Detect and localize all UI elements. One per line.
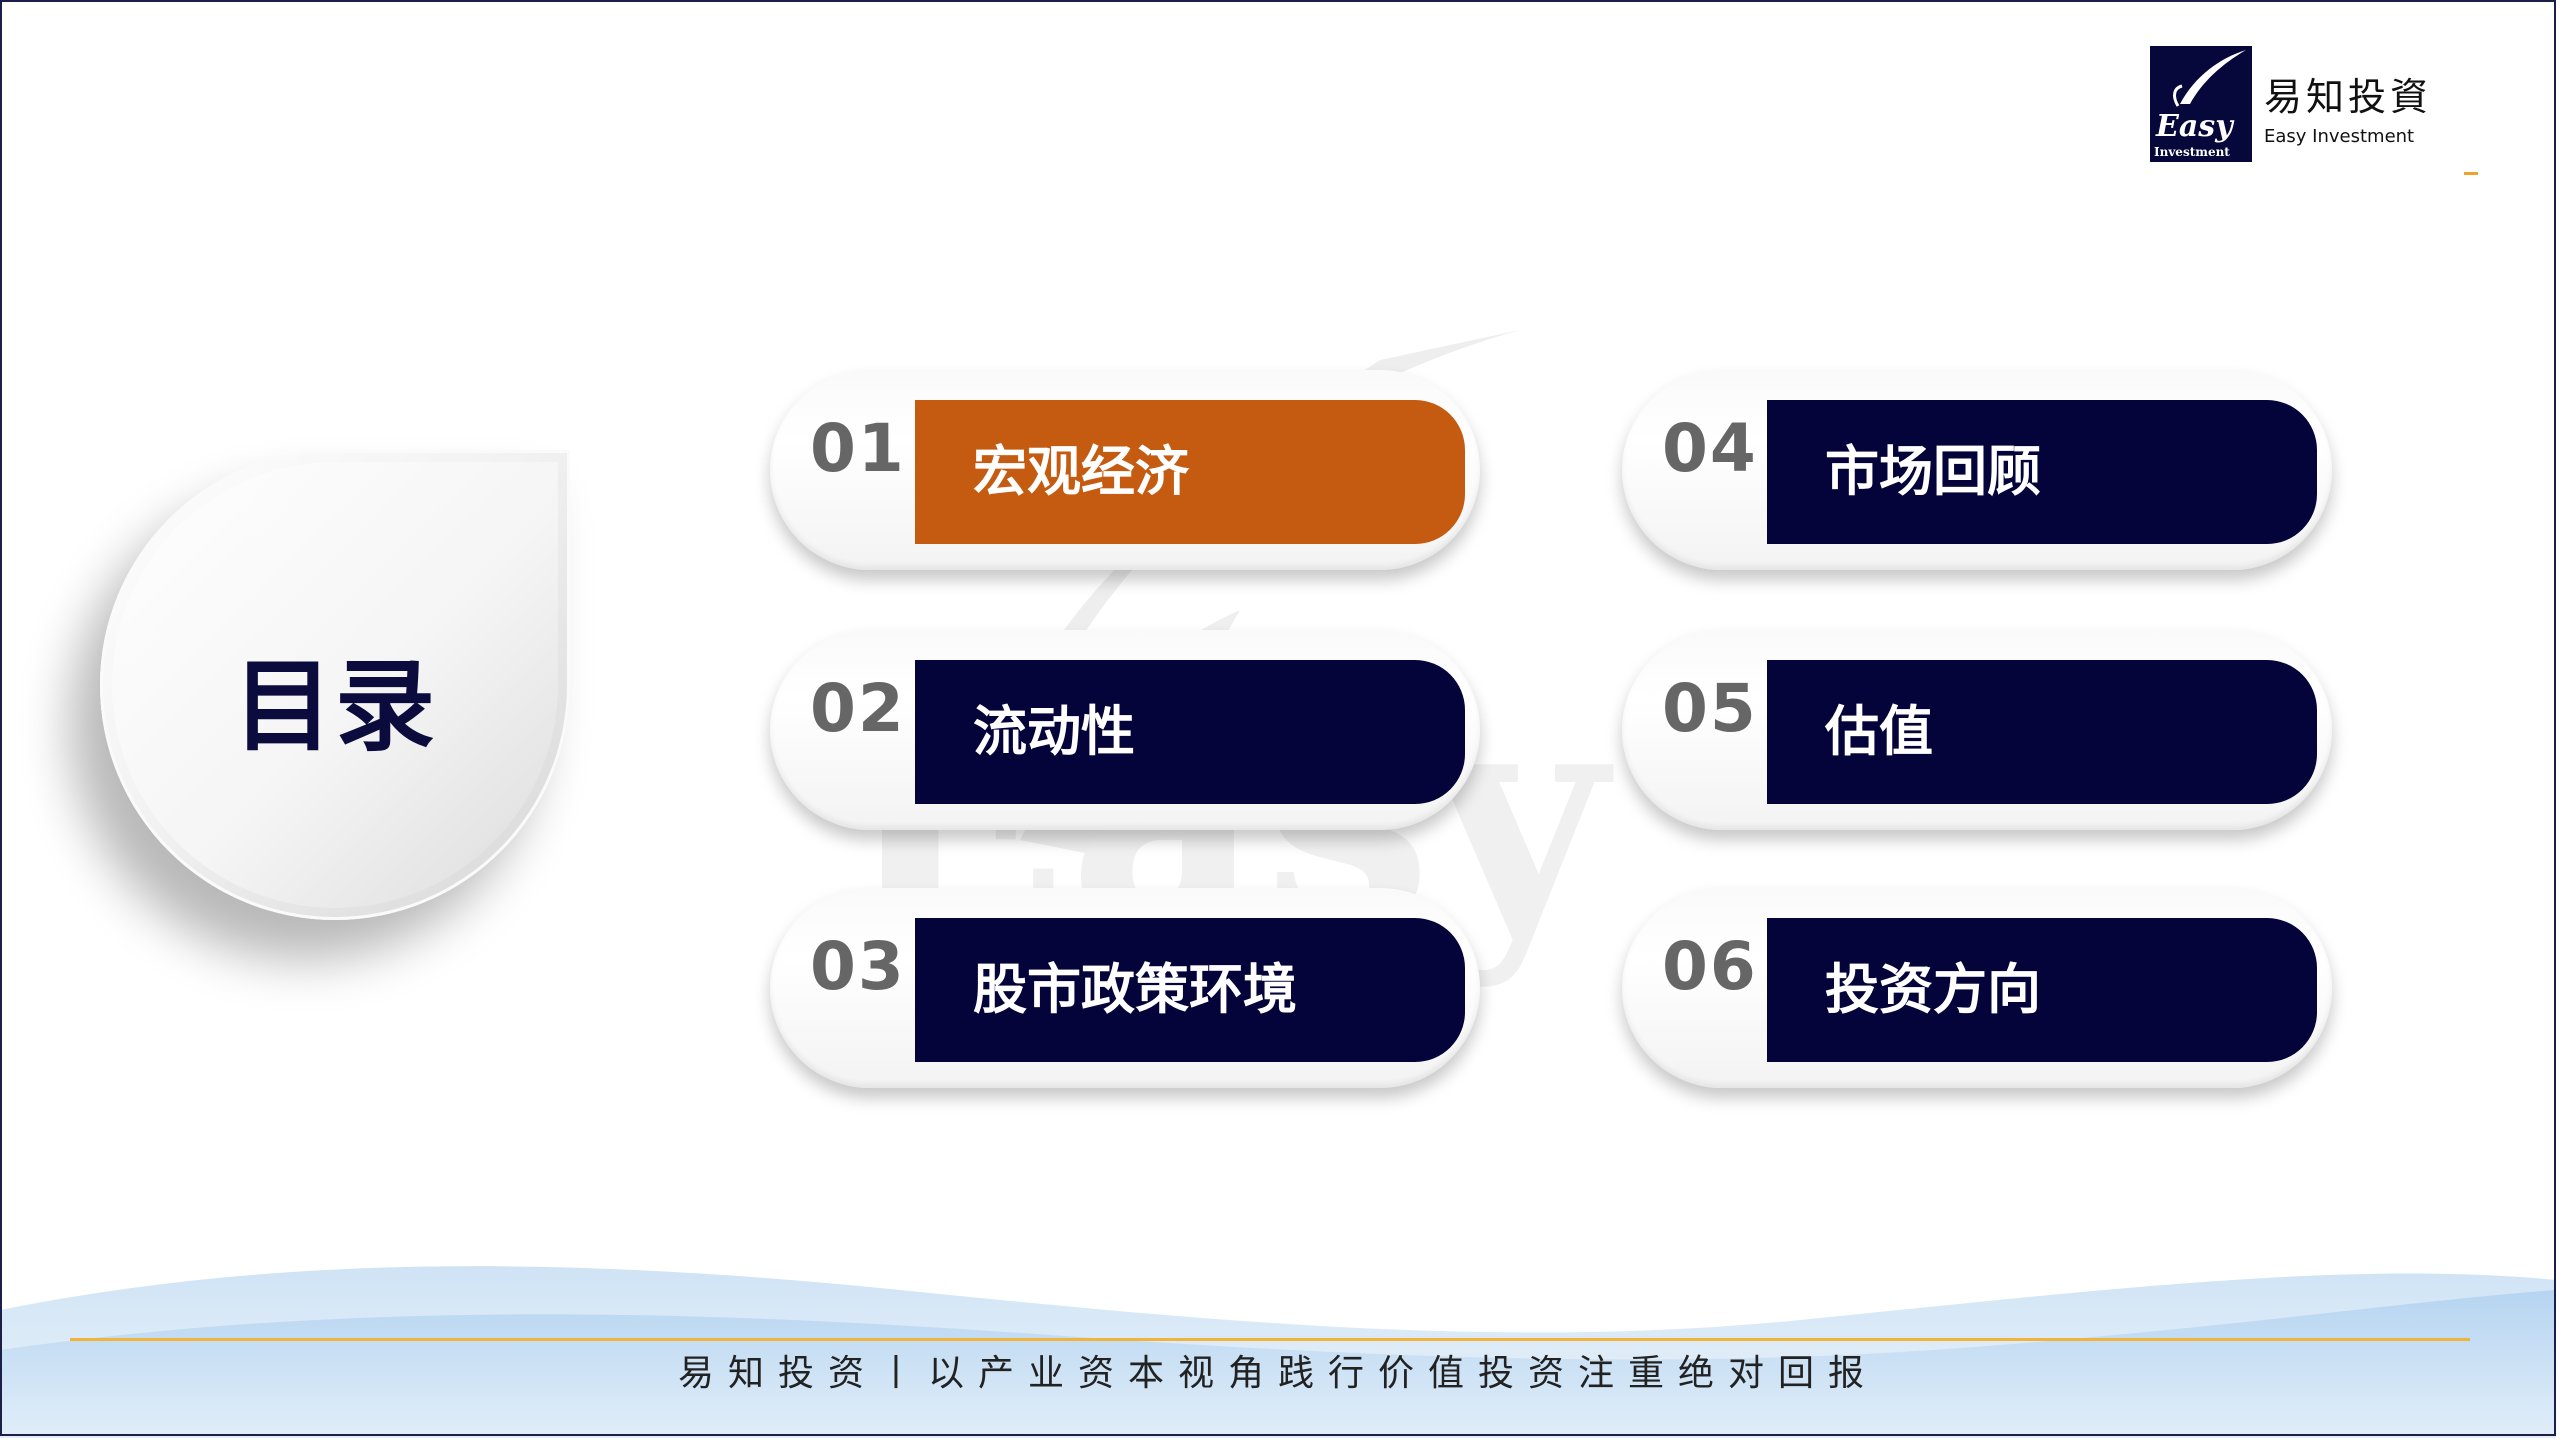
- menu-item-label: 流动性: [973, 700, 1135, 763]
- menu-item-bar: 股市政策环境: [915, 918, 1465, 1062]
- menu-item-bar: 流动性: [915, 660, 1465, 804]
- menu-item-bar: 市场回顾: [1767, 400, 2317, 544]
- menu-item-label: 股市政策环境: [973, 958, 1297, 1021]
- footer-slogan: 易知投资丨以产业资本视角践行价值投资注重绝对回报: [677, 1353, 1878, 1394]
- logo-chinese-name: 易知投資: [2264, 75, 2433, 119]
- menu-item-label: 估值: [1825, 700, 1933, 763]
- menu-item-bar: 投资方向: [1767, 918, 2317, 1062]
- menu-item-1[interactable]: 01 宏观经济: [770, 370, 1480, 570]
- menu-item-bar: 宏观经济: [915, 400, 1465, 544]
- menu-item-6[interactable]: 06 投资方向: [1622, 888, 2332, 1088]
- page-title: 目录: [233, 648, 437, 765]
- menu-item-number: 05: [1662, 670, 1758, 747]
- logo-mark-icon: Easy Investment: [2150, 46, 2252, 162]
- company-logo: Easy Investment 易知投資 Easy Investment: [2150, 40, 2450, 170]
- logo-mark-subtext: Investment: [2154, 145, 2230, 159]
- menu-item-5[interactable]: 05 估值: [1622, 630, 2332, 830]
- menu-item-3[interactable]: 03 股市政策环境: [770, 888, 1480, 1088]
- menu-item-label: 宏观经济: [973, 440, 1189, 503]
- title-badge: 目录: [100, 450, 580, 930]
- logo-mark-text: Easy: [2155, 109, 2235, 144]
- menu-item-label: 投资方向: [1825, 958, 2041, 1021]
- menu-item-label: 市场回顾: [1825, 440, 2041, 503]
- menu-item-4[interactable]: 04 市场回顾: [1622, 370, 2332, 570]
- menu-item-number: 04: [1662, 410, 1758, 487]
- footer-divider: [70, 1338, 2470, 1341]
- logo-english-name: Easy Investment: [2264, 126, 2415, 147]
- menu-item-number: 02: [810, 670, 906, 747]
- menu-item-number: 06: [1662, 928, 1758, 1005]
- menu-item-number: 03: [810, 928, 906, 1005]
- menu-item-bar: 估值: [1767, 660, 2317, 804]
- logo-accent-dash: [2464, 172, 2478, 175]
- menu-item-2[interactable]: 02 流动性: [770, 630, 1480, 830]
- menu-item-number: 01: [810, 410, 906, 487]
